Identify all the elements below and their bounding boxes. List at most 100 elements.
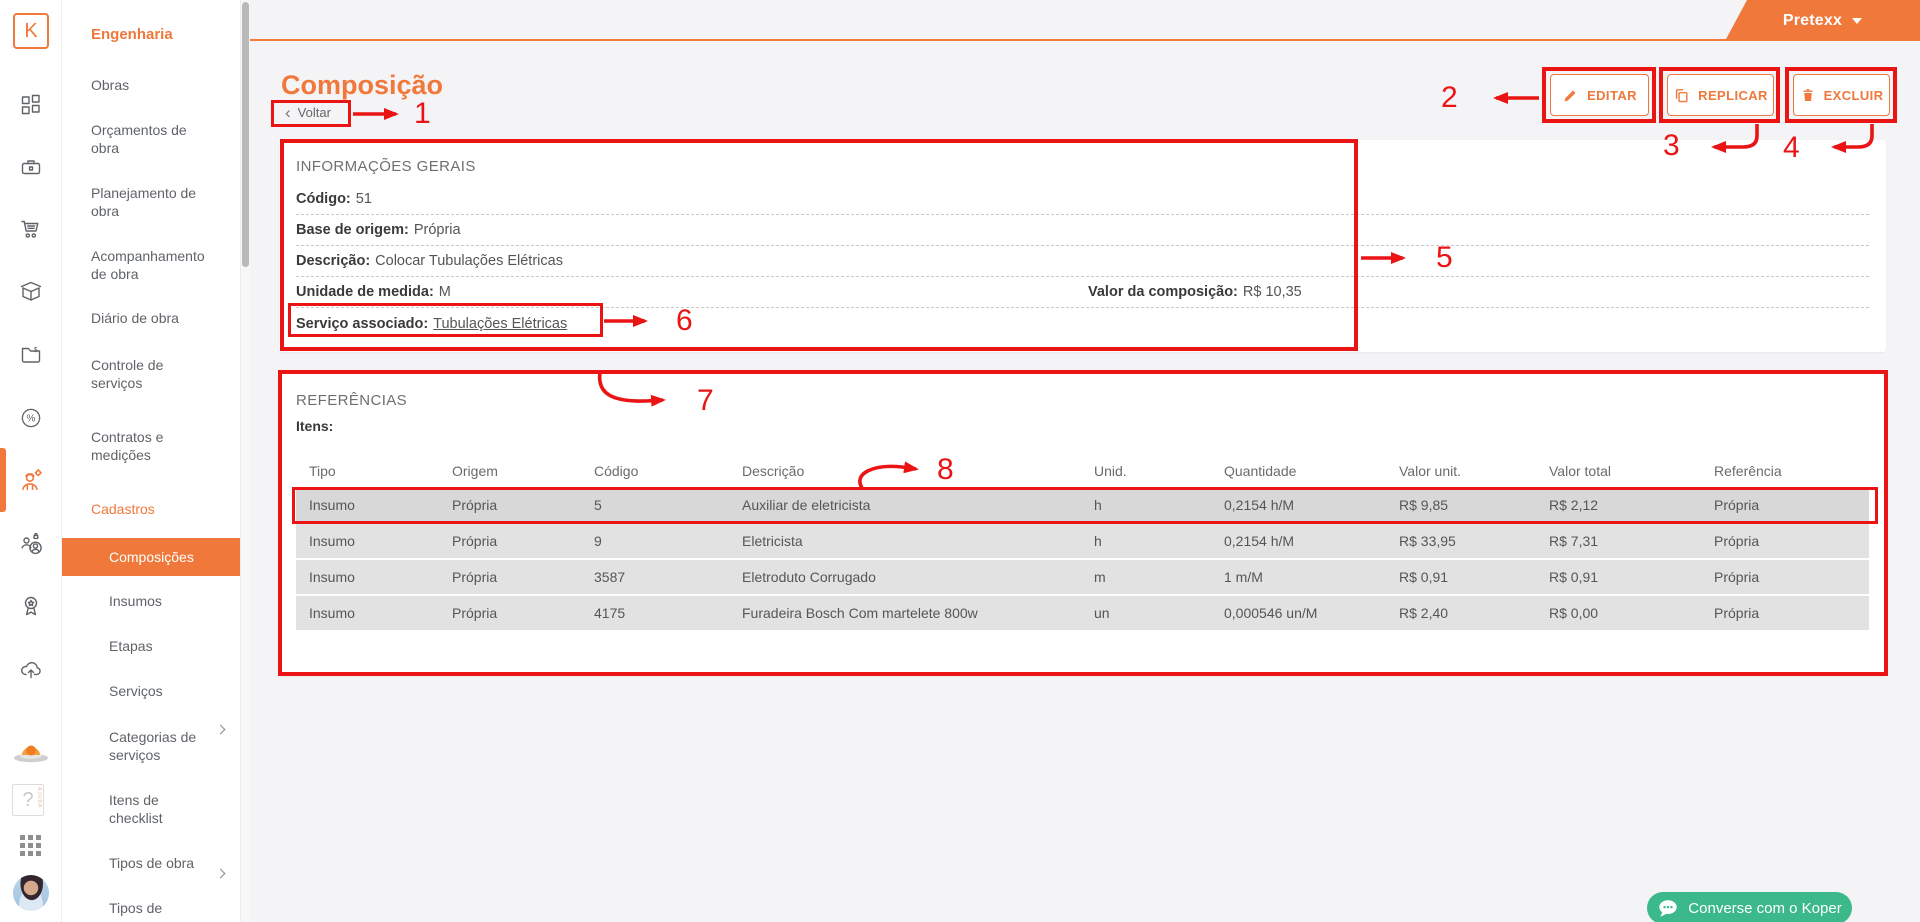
cell: Insumo — [309, 533, 452, 549]
col-valor-unit: Valor unit. — [1399, 463, 1549, 479]
sidebar-item-obras[interactable]: Obras — [62, 76, 240, 94]
table-row[interactable]: InsumoPrópria3587Eletroduto Corrugadom1 … — [296, 560, 1869, 594]
cell: R$ 0,91 — [1549, 569, 1714, 585]
sidebar-scrollbar-thumb[interactable] — [242, 2, 249, 267]
edit-button[interactable]: EDITAR — [1550, 74, 1649, 116]
descricao-label: Descrição: — [296, 253, 370, 269]
sidebar-item-tipos-de[interactable]: Tipos de — [62, 899, 240, 917]
pencil-icon — [1562, 87, 1579, 104]
back-chevron-icon: ‹ — [285, 106, 291, 119]
items-label: Itens: — [296, 418, 333, 434]
sidebar-item-controle-servicos[interactable]: Controle de serviços — [62, 356, 240, 392]
sidebar-item-categorias[interactable]: Categorias de serviços — [62, 728, 240, 764]
col-unid: Unid. — [1094, 463, 1224, 479]
item-label: Composições — [109, 548, 194, 566]
koper-logo[interactable]: K — [13, 13, 49, 49]
item-label: Contratos e medições — [91, 429, 163, 463]
cell: Auxiliar de eletricista — [742, 497, 1094, 513]
field-servico-associado: Serviço associado: Tubulações Elétricas — [296, 308, 1869, 339]
replicate-button[interactable]: REPLICAR — [1667, 74, 1774, 116]
col-valor-total: Valor total — [1549, 463, 1714, 479]
topbar: Pretexx — [250, 0, 1920, 41]
svg-text:%: % — [26, 413, 35, 424]
apps-grid-icon[interactable] — [18, 832, 44, 858]
cell: Própria — [452, 605, 594, 621]
sidebar-item-itens-checklist[interactable]: Itens de checklist — [62, 791, 240, 827]
sidebar-scrollbar[interactable] — [240, 0, 250, 922]
cart-icon[interactable] — [18, 216, 44, 242]
table-row[interactable]: InsumoPrópria9Eletricistah0,2154 h/MR$ 3… — [296, 524, 1869, 558]
col-referencia: Referência — [1714, 463, 1869, 479]
briefcase-icon[interactable] — [18, 154, 44, 180]
back-button[interactable]: ‹ Voltar — [285, 105, 331, 120]
cell: Insumo — [309, 497, 452, 513]
cell: 4175 — [594, 605, 742, 621]
sidebar-item-contratos[interactable]: Contratos e medições — [62, 428, 240, 464]
servico-label: Serviço associado: — [296, 316, 428, 332]
field-codigo: Código:51 — [296, 184, 1869, 215]
svg-text:$: $ — [33, 347, 37, 354]
dashboard-icon[interactable] — [18, 91, 44, 117]
sidebar-item-etapas[interactable]: Etapas — [62, 637, 240, 655]
item-label: Insumos — [109, 593, 162, 609]
unidade-value: M — [439, 284, 451, 300]
table-row[interactable]: Insumo Própria 5Auxiliar de eletricistah0,… — [296, 488, 1869, 522]
icon-rail: K $ % ?AJU — [0, 0, 61, 922]
cell: R$ 0,00 — [1549, 605, 1714, 621]
company-logo[interactable] — [11, 738, 51, 764]
sidebar-item-orcamentos[interactable]: Orçamentos de obra — [62, 121, 240, 157]
cell: Própria — [1714, 569, 1869, 585]
cell: 1 m/M — [1224, 569, 1399, 585]
servico-associado-link[interactable]: Tubulações Elétricas — [433, 316, 567, 332]
delete-label: EXCLUIR — [1824, 88, 1884, 103]
user-avatar[interactable] — [13, 875, 49, 911]
app-root: K $ % ?AJU — [0, 0, 1920, 922]
table-row[interactable]: InsumoPrópria4175Furadeira Bosch Com mar… — [296, 596, 1869, 630]
sidebar-item-cadastros[interactable]: Cadastros — [62, 500, 240, 518]
sidebar-item-planejamento[interactable]: Planejamento de obra — [62, 184, 240, 220]
sidebar-item-diario[interactable]: Diário de obra — [62, 309, 240, 327]
award-icon[interactable] — [18, 593, 44, 619]
col-quantidade: Quantidade — [1224, 463, 1399, 479]
sidebar-item-servicos[interactable]: Serviços — [62, 682, 240, 700]
sidebar-item-tipos-obra[interactable]: Tipos de obra — [62, 854, 240, 872]
col-descricao: Descrição — [742, 463, 1094, 479]
cell: Própria — [1714, 497, 1869, 513]
field-valor-composicao: Valor da composição:R$ 10,35 — [1088, 277, 1302, 307]
cell: R$ 7,31 — [1549, 533, 1714, 549]
general-info-heading: INFORMAÇÕES GERAIS — [296, 158, 476, 175]
field-descricao: Descrição: Colocar Tubulações Elétricas — [296, 246, 1869, 277]
caret-down-icon — [1852, 18, 1862, 24]
chat-button[interactable]: Converse com o Koper — [1647, 892, 1852, 922]
cell: un — [1094, 605, 1224, 621]
references-table: Tipo Origem Código Descrição Unid. Quant… — [296, 456, 1869, 630]
box-icon[interactable] — [18, 278, 44, 304]
delete-button[interactable]: EXCLUIR — [1793, 74, 1890, 116]
references-heading: REFERÊNCIAS — [296, 392, 407, 409]
percent-icon[interactable]: % — [18, 405, 44, 431]
sidebar-item-acompanhamento[interactable]: Acompanhamento de obra — [62, 247, 240, 283]
field-base-origem: Base de origem:Própria — [296, 215, 1869, 246]
cell: h — [1094, 497, 1224, 513]
cell: 3587 — [594, 569, 742, 585]
sidebar-item-composicoes[interactable]: Composições — [62, 538, 240, 576]
help-icon[interactable]: ?AJUDA — [12, 784, 44, 816]
cell: 9 — [594, 533, 742, 549]
valor-value: R$ 10,35 — [1243, 284, 1302, 300]
table-header-row: Tipo Origem Código Descrição Unid. Quant… — [296, 456, 1869, 486]
sidebar-item-insumos[interactable]: Insumos — [62, 592, 240, 610]
team-icon[interactable] — [18, 531, 44, 557]
folder-money-icon[interactable]: $ — [18, 341, 44, 367]
cloud-upload-icon[interactable] — [18, 656, 44, 682]
page-title: Composição — [281, 70, 443, 101]
item-label: Itens de checklist — [109, 792, 163, 826]
item-label: Serviços — [109, 683, 163, 699]
descricao-value: Colocar Tubulações Elétricas — [375, 253, 563, 269]
cell: 5 — [594, 497, 742, 513]
worker-icon[interactable] — [18, 467, 44, 493]
cell: Própria — [452, 569, 594, 585]
cell: R$ 2,40 — [1399, 605, 1549, 621]
account-menu[interactable]: Pretexx — [1725, 0, 1920, 41]
sidebar-menu: Engenharia Obras Orçamentos de obra Plan… — [61, 0, 240, 922]
cell: 0,2154 h/M — [1224, 497, 1399, 513]
